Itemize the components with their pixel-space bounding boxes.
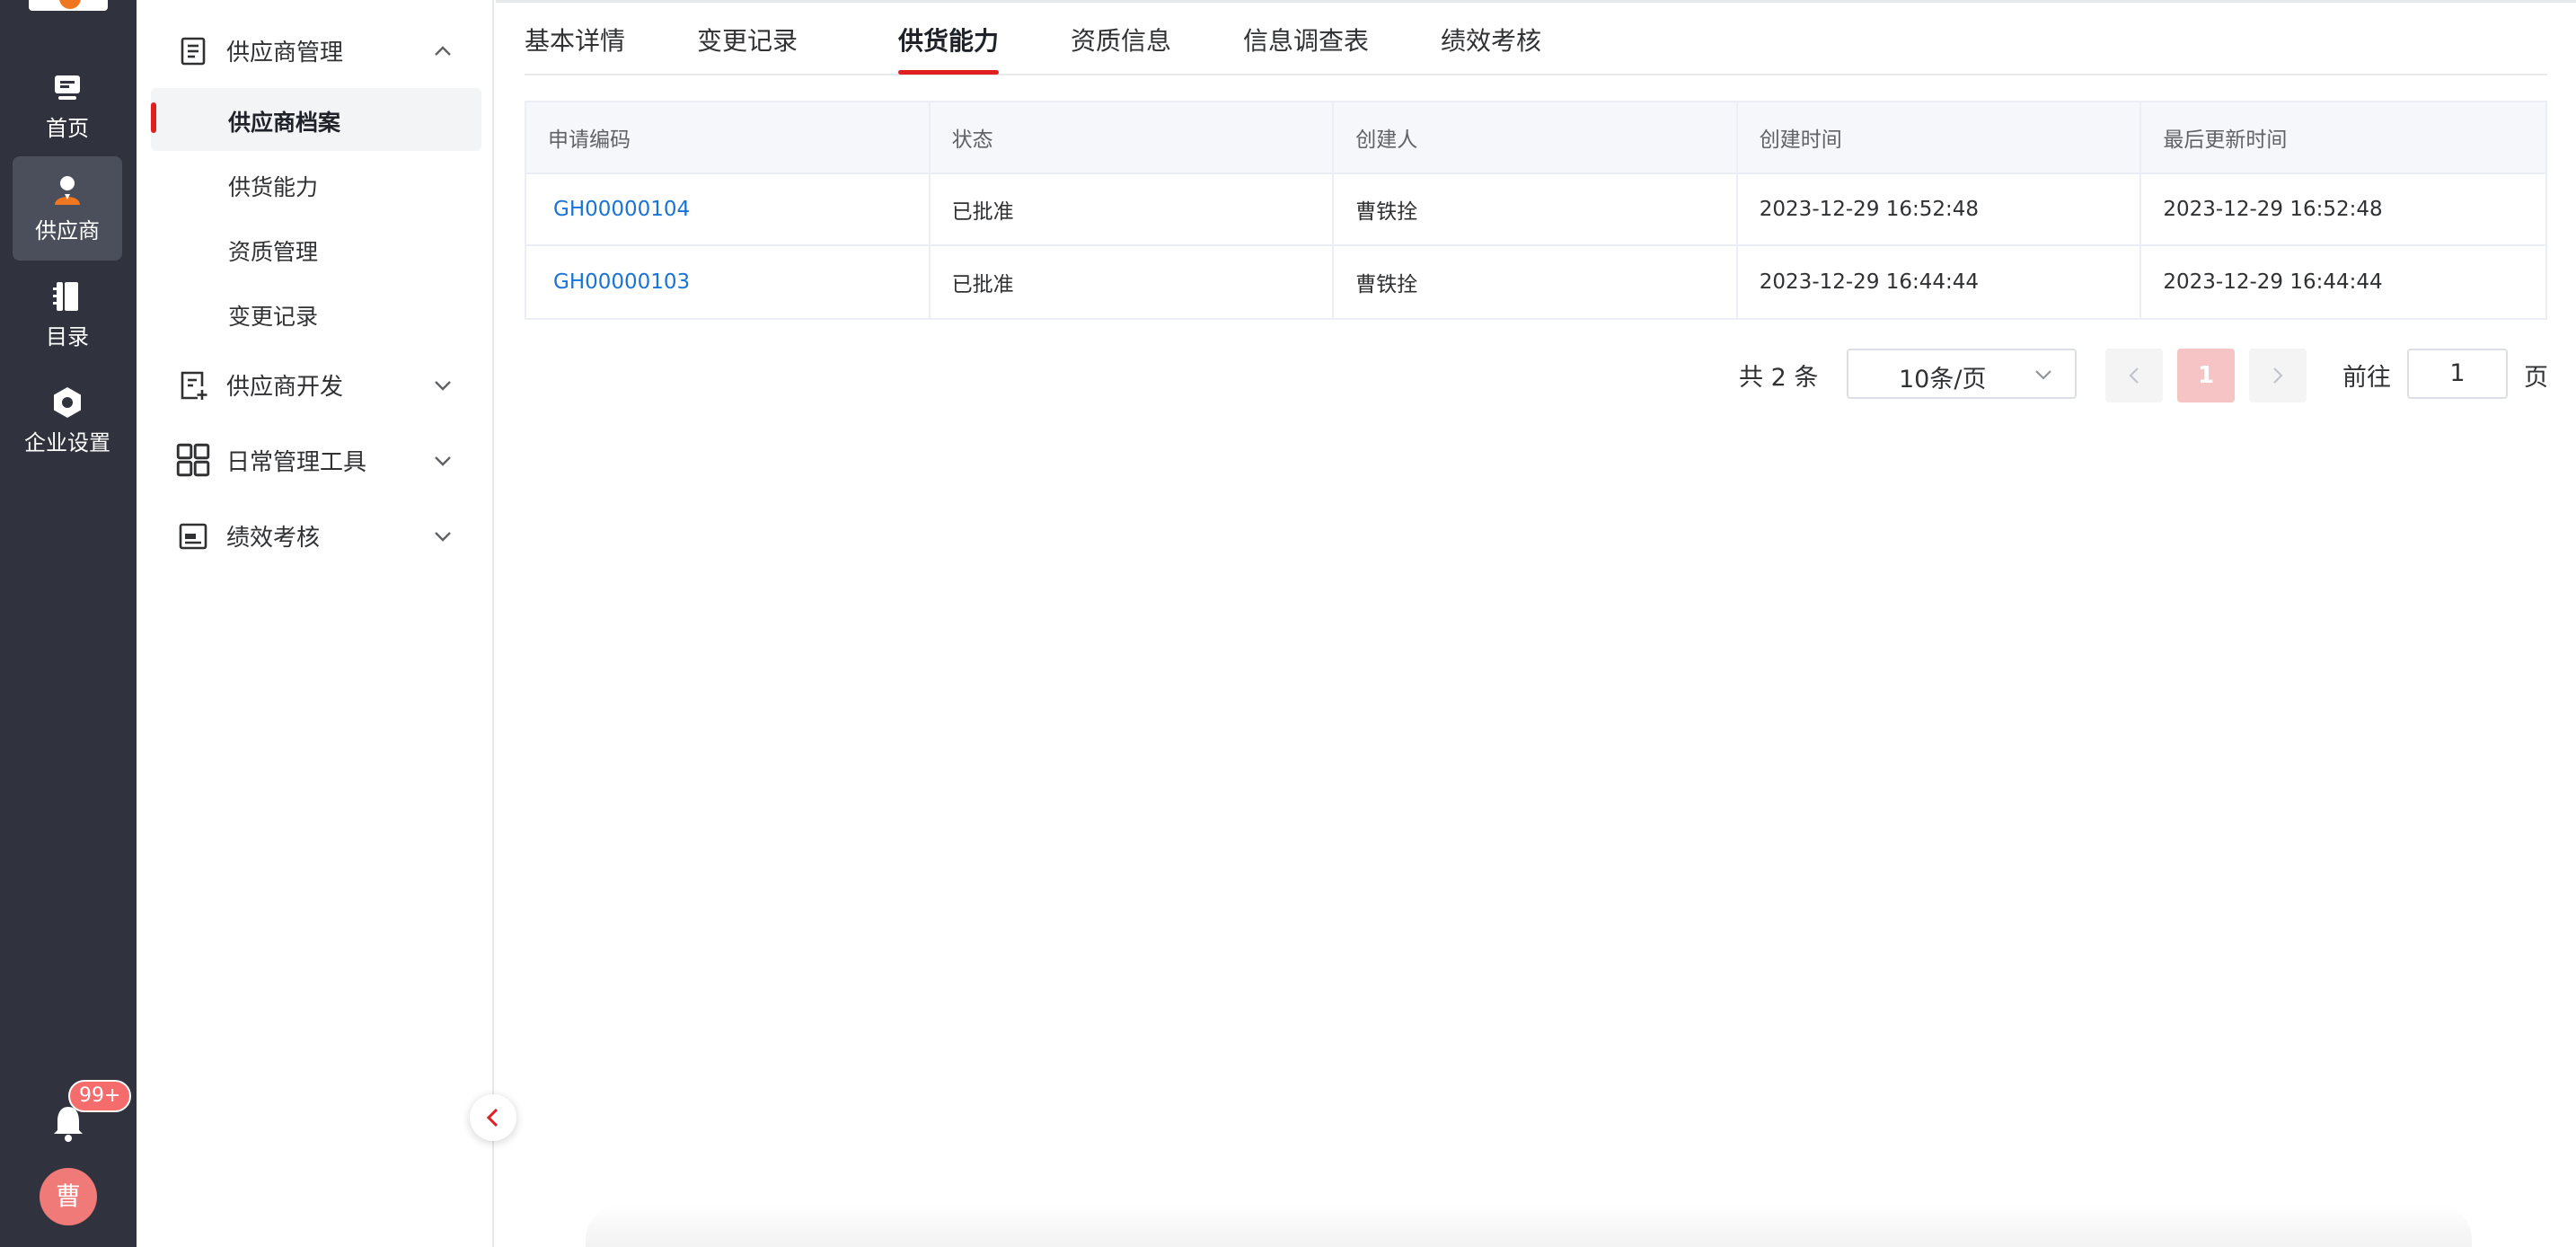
column-header: 状态: [931, 102, 1335, 172]
application-code-link[interactable]: GH00000104: [548, 198, 690, 221]
menu-item-supply-capacity[interactable]: 供货能力: [151, 153, 481, 216]
menu-group-label: 供应商开发: [226, 373, 344, 401]
notification-badge: 99+: [68, 1080, 132, 1112]
chevron-down-icon: [435, 532, 451, 542]
menu-item-label: 变更记录: [228, 304, 319, 330]
rail-item-label: 企业设置: [24, 430, 110, 455]
menu-item-supplier-archive[interactable]: 供应商档案: [151, 88, 481, 151]
rail-item-label: 目录: [46, 324, 89, 349]
menu-group-label: 绩效考核: [226, 524, 321, 552]
menu-item-qualification-management[interactable]: 资质管理: [151, 217, 481, 280]
table-header-row: 申请编码 状态 创建人 创建时间 最后更新时间: [526, 102, 2545, 174]
chevron-right-icon: [2273, 367, 2283, 384]
main-content: 基本详情 变更记录 供货能力 资质信息 信息调查表 绩效考核 申请编码 状态 创…: [496, 0, 2576, 1247]
page-number-current[interactable]: 1: [2177, 349, 2235, 402]
monitor-icon: [55, 75, 80, 100]
rail-item-enterprise-settings[interactable]: 企业设置: [13, 368, 122, 473]
chevron-down-icon: [435, 456, 451, 466]
rail-item-home[interactable]: 首页: [13, 54, 122, 158]
menu-group-daily-tools[interactable]: 日常管理工具: [137, 431, 494, 489]
tab-supply-capacity[interactable]: 供货能力: [898, 22, 999, 57]
column-header: 申请编码: [526, 102, 931, 172]
grid-apps-icon: [176, 443, 210, 477]
table-cell: 已批准: [931, 246, 1335, 318]
rail-item-label: 首页: [46, 116, 89, 141]
detail-tabs: 基本详情 变更记录 供货能力 资质信息 信息调查表 绩效考核: [525, 0, 2547, 75]
total-count: 共 2 条: [1739, 364, 1819, 392]
menu-group-label: 日常管理工具: [226, 448, 367, 476]
app-rail: 首页 供应商 目录 企业设置 99+ 曹: [0, 0, 137, 1247]
menu-item-change-records[interactable]: 变更记录: [151, 282, 481, 345]
tab-qualification-info[interactable]: 资质信息: [1071, 22, 1171, 57]
menu-group-supplier-management[interactable]: 供应商管理: [137, 22, 494, 79]
app-logo[interactable]: [29, 0, 108, 11]
tab-change-records[interactable]: 变更记录: [697, 22, 798, 57]
chevron-down-icon: [435, 381, 451, 391]
goto-label: 前往: [2342, 364, 2391, 392]
bottom-shadow: [586, 1204, 2472, 1247]
menu-item-label: 供货能力: [228, 174, 319, 200]
table-cell: 2023-12-29 16:52:48: [1738, 174, 2142, 244]
page-size-select[interactable]: 10条/页: [1847, 349, 2077, 399]
table-cell: 已批准: [931, 174, 1335, 244]
active-tab-indicator: [898, 70, 999, 75]
table-cell: 曹铁拴: [1334, 174, 1738, 244]
secondary-menu: 供应商管理 供应商档案 供货能力 资质管理 变更记录 供应商开发 日常管理工具 …: [137, 0, 494, 1247]
table-cell: 2023-12-29 16:52:48: [2163, 198, 2383, 221]
column-header: 创建时间: [1738, 102, 2142, 172]
supplier-user-icon: [55, 176, 80, 205]
id-card-icon: [179, 523, 207, 550]
active-indicator: [151, 102, 156, 133]
chevron-left-icon: [2129, 367, 2139, 384]
table-cell: 2023-12-29 16:44:44: [2163, 270, 2383, 294]
rail-item-label: 供应商: [35, 218, 100, 243]
column-header: 创建人: [1334, 102, 1738, 172]
tab-info-survey[interactable]: 信息调查表: [1243, 22, 1369, 57]
table-row: GH00000104 已批准 曹铁拴 2023-12-29 16:52:48 2…: [526, 174, 2545, 246]
avatar[interactable]: 曹: [40, 1168, 97, 1225]
column-header: 最后更新时间: [2163, 128, 2288, 152]
rail-item-supplier[interactable]: 供应商: [13, 156, 122, 261]
menu-group-label: 供应商管理: [226, 39, 344, 66]
menu-group-supplier-development[interactable]: 供应商开发: [137, 356, 494, 413]
goto-page-input[interactable]: 1: [2407, 349, 2508, 399]
table-cell: 曹铁拴: [1334, 246, 1738, 318]
table-row: GH00000103 已批准 曹铁拴 2023-12-29 16:44:44 2…: [526, 246, 2545, 318]
next-page-button[interactable]: [2249, 349, 2307, 402]
supply-capacity-table: 申请编码 状态 创建人 创建时间 最后更新时间 GH00000104 已批准 曹…: [525, 101, 2547, 320]
page-suffix: 页: [2524, 364, 2548, 392]
table-cell: GH00000104: [526, 174, 931, 244]
tab-basic-details[interactable]: 基本详情: [525, 22, 625, 57]
document-add-icon: [181, 371, 207, 400]
table-cell: GH00000103: [526, 246, 931, 318]
table-cell: 2023-12-29 16:44:44: [1738, 246, 2142, 318]
page-size-value: 10条/页: [1899, 366, 1987, 394]
menu-item-label: 供应商档案: [228, 110, 341, 136]
menu-group-performance[interactable]: 绩效考核: [137, 507, 494, 564]
prev-page-button[interactable]: [2105, 349, 2163, 402]
catalog-book-icon: [53, 282, 78, 311]
settings-hex-icon: [54, 387, 81, 418]
pagination: 共 2 条 10条/页 1 前往 1 页: [496, 349, 2576, 402]
chevron-up-icon: [435, 46, 451, 56]
rail-item-catalog[interactable]: 目录: [13, 262, 122, 367]
chevron-down-icon: [2035, 370, 2051, 380]
application-code-link[interactable]: GH00000103: [548, 270, 690, 294]
document-list-icon: [181, 37, 206, 66]
tab-performance[interactable]: 绩效考核: [1441, 22, 1541, 57]
menu-item-label: 资质管理: [228, 239, 319, 265]
